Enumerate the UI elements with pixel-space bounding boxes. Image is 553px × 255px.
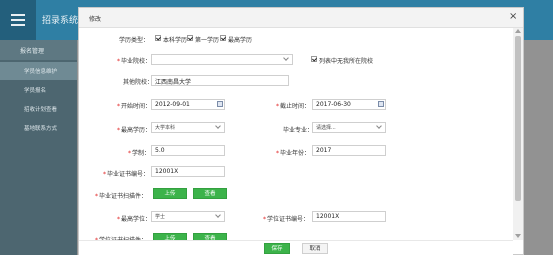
start-date-input[interactable]: 2012-09-01 (151, 99, 225, 110)
other-school-label: 其他院校： (123, 79, 154, 86)
modal-title: 修改 (89, 16, 102, 23)
calendar-icon[interactable] (378, 101, 384, 107)
checkbox-bachelor[interactable] (155, 35, 161, 41)
checkbox-first-degree[interactable] (187, 35, 193, 41)
grad-year-label: *毕业年份： (276, 150, 311, 157)
checkbox-highest-degree-label: 最高学历 (228, 37, 253, 44)
end-date-label-text: 截止时间： (280, 103, 311, 110)
degree-select[interactable]: 学士 (151, 211, 225, 222)
end-date-label: *截止时间： (276, 103, 311, 110)
sidebar-item-base-contact[interactable]: 基地联系方式 (0, 119, 77, 137)
close-icon[interactable]: × (509, 12, 517, 22)
grad-year-input[interactable]: 2017 (312, 145, 386, 156)
start-date-label-text: 开始时间： (121, 103, 152, 110)
duration-label-text: 学制： (132, 150, 151, 157)
sidebar-group-title[interactable]: 报名管理 (0, 40, 77, 60)
cert-no-label: *毕业证书编号： (103, 171, 150, 178)
degree-cert-no-label-text: 学位证书编号： (267, 216, 310, 223)
start-date-label: *开始时间： (117, 103, 152, 110)
cert-scan-label: *毕业证书扫描件： (95, 193, 148, 200)
major-value: 请选择... (316, 125, 336, 131)
calendar-icon[interactable] (217, 101, 223, 107)
end-date-input[interactable]: 2017-06-30 (312, 99, 386, 110)
menu-icon[interactable] (0, 0, 36, 40)
degree-cert-no-input[interactable]: 12001X (312, 211, 386, 222)
cert-no-input[interactable]: 12001X (151, 166, 225, 177)
degree-value: 学士 (155, 214, 166, 220)
school-label-text: 毕业院校： (121, 58, 152, 65)
major-select[interactable]: 请选择... (312, 122, 386, 133)
duration-input[interactable]: 5.0 (151, 145, 225, 156)
modal-footer: 保存 取消 (79, 240, 513, 255)
grad-year-label-text: 毕业年份： (280, 150, 311, 157)
cert-no-label-text: 毕业证书编号： (107, 171, 150, 178)
duration-label: *学制： (128, 150, 151, 157)
education-type-label: 学历类型： (119, 37, 150, 44)
sidebar-item-student-info[interactable]: 学员信息维护 (0, 62, 77, 80)
modal-header: 修改 × (79, 8, 523, 28)
edit-modal: 修改 × 学历类型： 本科学历 第一学历 最高学历 *毕业院校： 列表中无我所在… (78, 7, 524, 255)
scroll-down-icon[interactable] (515, 234, 521, 238)
school-select[interactable] (151, 54, 293, 65)
checkbox-first-degree-label: 第一学历 (195, 37, 220, 44)
cert-upload-button[interactable]: 上传 (153, 188, 187, 199)
degree-label-text: 最高学位： (121, 216, 152, 223)
sidebar: 报名管理 学员信息维护 学员报名 招收计划查看 基地联系方式 (0, 40, 77, 255)
sidebar-item-enrollment-plan[interactable]: 招收计划查看 (0, 100, 77, 118)
checkbox-highest-degree[interactable] (220, 35, 226, 41)
sidebar-item-registration[interactable]: 学员报名 (0, 81, 77, 99)
cancel-button[interactable]: 取消 (302, 243, 328, 254)
school-label: *毕业院校： (117, 58, 152, 65)
degree-level-label-text: 最高学历： (121, 127, 152, 134)
degree-level-select[interactable]: 大学本科 (151, 122, 225, 133)
cert-scan-label-text: 毕业证书扫描件： (99, 193, 148, 200)
app-title: 招录系统 (42, 16, 79, 26)
checkbox-bachelor-label: 本科学历 (163, 37, 188, 44)
degree-level-value: 大学本科 (155, 125, 176, 131)
scrollbar-thumb[interactable] (515, 36, 521, 201)
scroll-up-icon[interactable] (515, 29, 521, 33)
save-button[interactable]: 保存 (264, 243, 290, 254)
not-listed-checkbox[interactable] (311, 56, 317, 62)
not-listed-label: 列表中无我所在院校 (319, 58, 374, 65)
cert-view-button[interactable]: 查看 (193, 188, 227, 199)
major-label: 毕业专业： (283, 127, 314, 134)
degree-label: *最高学位： (117, 216, 152, 223)
other-school-input[interactable]: 江西南昌大学 (151, 75, 289, 86)
degree-level-label: *最高学历： (117, 127, 152, 134)
degree-cert-no-label: *学位证书编号： (263, 216, 310, 223)
